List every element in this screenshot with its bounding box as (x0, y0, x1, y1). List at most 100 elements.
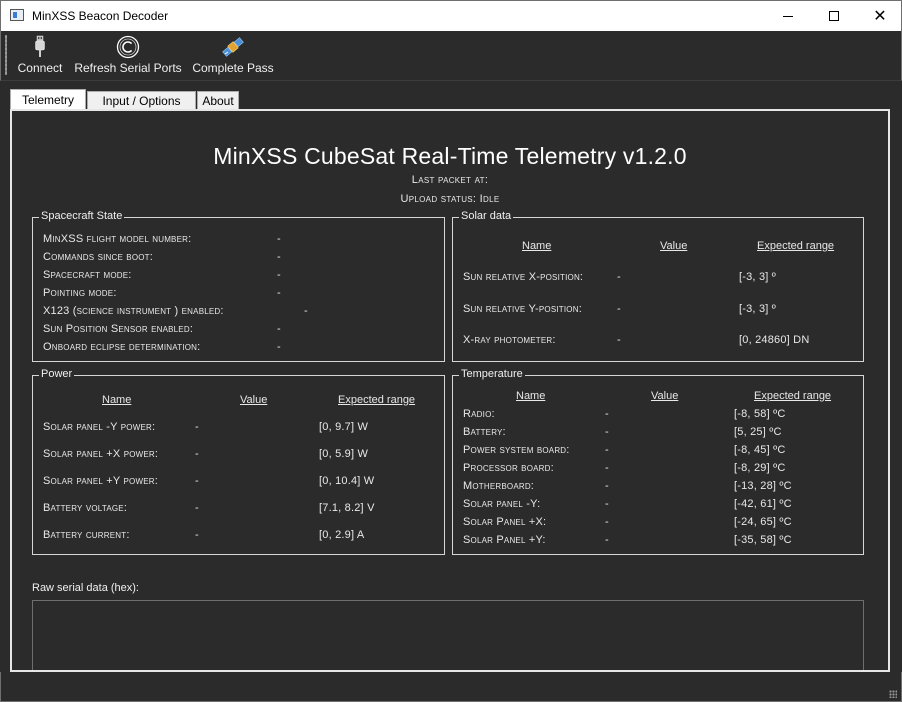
temperature-row-range: [5, 25] ºC (734, 426, 782, 438)
window-title: MinXSS Beacon Decoder (32, 9, 169, 23)
temperature-row-range: [-42, 61] ºC (734, 498, 792, 510)
solar-data-group: Solar data Name Value Expected range Sun… (452, 210, 864, 362)
solar-row-range: [-3, 3] º (739, 303, 776, 315)
spacecraft-state-value: - (277, 287, 281, 299)
power-row-value: - (195, 502, 199, 514)
power-row-value: - (195, 421, 199, 433)
temperature-value-header: Value (651, 390, 679, 402)
spacecraft-state-value: - (277, 269, 281, 281)
close-button[interactable]: ✕ (857, 1, 902, 31)
temperature-row-range: [-35, 58] ºC (734, 534, 792, 546)
toolbar-grip[interactable] (5, 35, 7, 75)
telemetry-panel: MinXSS CubeSat Real-Time Telemetry v1.2.… (10, 109, 890, 672)
spacecraft-state-label: Pointing mode: (43, 287, 117, 299)
complete-pass-label: Complete Pass (192, 61, 274, 75)
copyright-circle-icon (116, 35, 140, 59)
tab-telemetry[interactable]: Telemetry (10, 89, 86, 109)
close-icon: ✕ (873, 6, 887, 25)
temperature-row-label: Solar Panel +Y: (463, 534, 546, 546)
spacecraft-state-label: Onboard eclipse determination: (43, 341, 201, 353)
temperature-title: Temperature (459, 368, 525, 380)
complete-pass-button[interactable]: Complete Pass (191, 35, 275, 77)
power-row-range: [0, 2.9] A (319, 529, 365, 541)
temperature-row-value: - (605, 426, 609, 438)
solar-row-label: Sun relative X-position: (463, 271, 584, 283)
tab-about[interactable]: About (197, 91, 239, 110)
temperature-row-label: Power system board: (463, 444, 570, 456)
app-window-icon (10, 9, 24, 21)
power-name-header: Name (102, 394, 132, 406)
satellite-icon (222, 37, 244, 57)
upload-status-label: Upload status: Idle (400, 193, 500, 205)
solar-value-header: Value (660, 240, 688, 252)
connect-button[interactable]: Connect (16, 35, 64, 77)
spacecraft-state-value: - (277, 323, 281, 335)
power-row-label: Solar panel +Y power: (43, 475, 158, 487)
temperature-row-value: - (605, 480, 609, 492)
last-packet-label: Last packet at: (411, 174, 489, 186)
tab-input-options[interactable]: Input / Options (87, 91, 196, 110)
power-row-value: - (195, 448, 199, 460)
power-title: Power (39, 368, 75, 380)
title-bar: MinXSS Beacon Decoder ✕ (0, 0, 902, 31)
spacecraft-state-group: Spacecraft State MinXSS flight model num… (32, 210, 445, 362)
power-row-value: - (195, 529, 199, 541)
usb-plug-icon (35, 35, 45, 57)
minimize-icon (783, 15, 793, 17)
temperature-row-label: Motherboard: (463, 480, 535, 492)
power-row-value: - (195, 475, 199, 487)
spacecraft-state-value: - (277, 251, 281, 263)
temperature-row-range: [-8, 58] ºC (734, 408, 786, 420)
temperature-row-value: - (605, 444, 609, 456)
resize-grip[interactable] (889, 690, 897, 698)
spacecraft-state-value: - (277, 341, 281, 353)
maximize-button[interactable] (811, 1, 857, 31)
solar-row-value: - (617, 271, 621, 283)
power-row-range: [0, 10.4] W (319, 475, 375, 487)
temperature-row-value: - (605, 516, 609, 528)
power-row-range: [0, 5.9] W (319, 448, 369, 460)
temperature-row-label: Radio: (463, 408, 495, 420)
temperature-row-value: - (605, 462, 609, 474)
spacecraft-state-label: MinXSS flight model number: (43, 233, 192, 245)
solar-range-header: Expected range (757, 240, 835, 252)
solar-row-range: [0, 24860] DN (739, 334, 810, 346)
power-range-header: Expected range (338, 394, 416, 406)
temperature-row-label: Battery: (463, 426, 506, 438)
status-bar (0, 672, 902, 702)
solar-row-range: [-3, 3] º (739, 271, 776, 283)
solar-row-value: - (617, 303, 621, 315)
minimize-button[interactable] (765, 1, 811, 31)
spacecraft-state-label: Spacecraft mode: (43, 269, 132, 281)
solar-data-title: Solar data (459, 210, 514, 222)
power-row-label: Solar panel +X power: (43, 448, 159, 460)
spacecraft-state-label: X123 (science instrument ) enabled: (43, 305, 224, 317)
page-title: MinXSS CubeSat Real-Time Telemetry v1.2.… (213, 143, 687, 169)
solar-row-label: X-ray photometer: (463, 334, 556, 346)
temperature-row-value: - (605, 534, 609, 546)
temperature-row-label: Solar Panel +X: (463, 516, 547, 528)
spacecraft-state-label: Sun Position Sensor enabled: (43, 323, 194, 335)
temperature-row-value: - (605, 408, 609, 420)
power-row-label: Battery voltage: (43, 502, 128, 514)
refresh-serial-ports-button[interactable]: Refresh Serial Ports (74, 35, 182, 77)
maximize-icon (829, 11, 839, 21)
temperature-group: Temperature Name Value Expected range Ra… (452, 368, 864, 555)
temperature-range-header: Expected range (754, 390, 832, 402)
spacecraft-state-value: - (277, 233, 281, 245)
raw-serial-textbox[interactable] (32, 600, 864, 670)
toolbar: Connect Refresh Serial Ports Complete Pa… (0, 31, 902, 81)
temperature-row-range: [-24, 65] ºC (734, 516, 792, 528)
temperature-row-range: [-8, 29] ºC (734, 462, 786, 474)
temperature-row-label: Processor board: (463, 462, 554, 474)
temperature-row-range: [-13, 28] ºC (734, 480, 792, 492)
connect-label: Connect (17, 61, 63, 75)
raw-serial-label: Raw serial data (hex): (32, 582, 139, 594)
power-row-range: [7.1, 8.2] V (319, 502, 375, 514)
temperature-row-range: [-8, 45] ºC (734, 444, 786, 456)
spacecraft-state-label: Commands since boot: (43, 251, 154, 263)
solar-name-header: Name (522, 240, 552, 252)
spacecraft-state-title: Spacecraft State (39, 210, 125, 222)
refresh-serial-ports-label: Refresh Serial Ports (74, 61, 182, 75)
power-row-label: Solar panel -Y power: (43, 421, 156, 433)
